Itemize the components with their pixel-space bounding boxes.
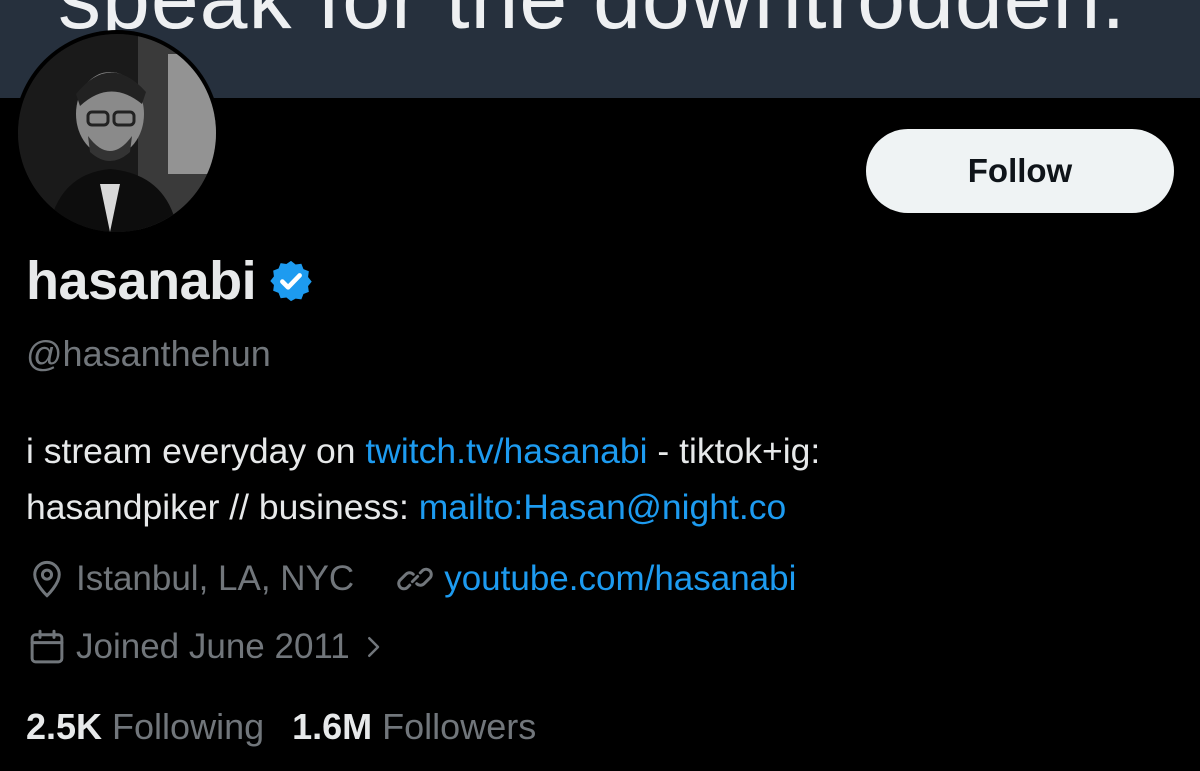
avatar[interactable] bbox=[18, 34, 216, 232]
email-link[interactable]: mailto:Hasan@night.co bbox=[419, 487, 787, 527]
bio: i stream everyday on twitch.tv/hasanabi … bbox=[26, 423, 1186, 535]
following-stat[interactable]: 2.5K Following bbox=[26, 706, 264, 748]
bio-text: - tiktok+ig: bbox=[647, 431, 821, 471]
followers-count: 1.6M bbox=[292, 706, 373, 747]
chevron-right-icon bbox=[367, 637, 379, 657]
following-label: Following bbox=[112, 706, 265, 747]
handle: @hasanthehun bbox=[26, 333, 271, 374]
follow-button[interactable]: Follow bbox=[866, 129, 1174, 213]
follow-stats: 2.5K Following 1.6M Followers bbox=[26, 706, 564, 748]
avatar-photo bbox=[18, 34, 216, 232]
website-link[interactable]: youtube.com/hasanabi bbox=[444, 559, 796, 599]
name-row: hasanabi bbox=[26, 250, 314, 312]
verified-badge-icon[interactable] bbox=[268, 258, 314, 304]
bio-text: hasandpiker // business: bbox=[26, 487, 419, 527]
joined-row[interactable]: Joined June 2011 bbox=[26, 626, 388, 668]
followers-label: Followers bbox=[382, 706, 537, 747]
link-icon bbox=[397, 567, 433, 591]
twitch-link[interactable]: twitch.tv/hasanabi bbox=[365, 431, 647, 471]
location-icon bbox=[33, 560, 61, 598]
display-name: hasanabi bbox=[26, 251, 257, 311]
followers-stat[interactable]: 1.6M Followers bbox=[292, 706, 536, 748]
calendar-icon bbox=[30, 629, 64, 664]
bio-text: i stream everyday on bbox=[26, 431, 366, 471]
banner-text: speak for the downtrodden. bbox=[58, 0, 1126, 49]
location-text: Istanbul, LA, NYC bbox=[76, 559, 355, 598]
profile-meta-row: Istanbul, LA, NYC youtube.com/hasanabi bbox=[26, 558, 796, 600]
joined-text: Joined June 2011 bbox=[76, 627, 350, 666]
following-count: 2.5K bbox=[26, 706, 103, 747]
